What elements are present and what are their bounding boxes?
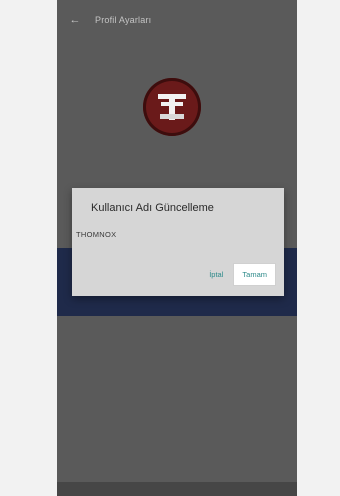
username-update-dialog: Kullanıcı Adı Güncelleme THOMNOX İptal T…	[72, 188, 284, 296]
username-input[interactable]: THOMNOX	[76, 230, 116, 239]
back-arrow-icon[interactable]: ←	[67, 14, 83, 26]
cancel-button[interactable]: İptal	[207, 266, 225, 283]
page: ← Profil Ayarları Kullanıcı Adı Güncelle…	[0, 0, 340, 496]
tt-logo-icon	[155, 90, 189, 124]
dialog-actions: İptal Tamam	[207, 263, 276, 286]
dialog-title: Kullanıcı Adı Güncelleme	[91, 202, 214, 214]
app-title: Profil Ayarları	[95, 15, 152, 25]
tt-logo	[143, 78, 201, 136]
ok-button[interactable]: Tamam	[233, 263, 276, 286]
app-bar: ← Profil Ayarları	[57, 0, 297, 40]
phone-screen: ← Profil Ayarları Kullanıcı Adı Güncelle…	[57, 0, 297, 496]
bottom-bar	[57, 482, 297, 496]
